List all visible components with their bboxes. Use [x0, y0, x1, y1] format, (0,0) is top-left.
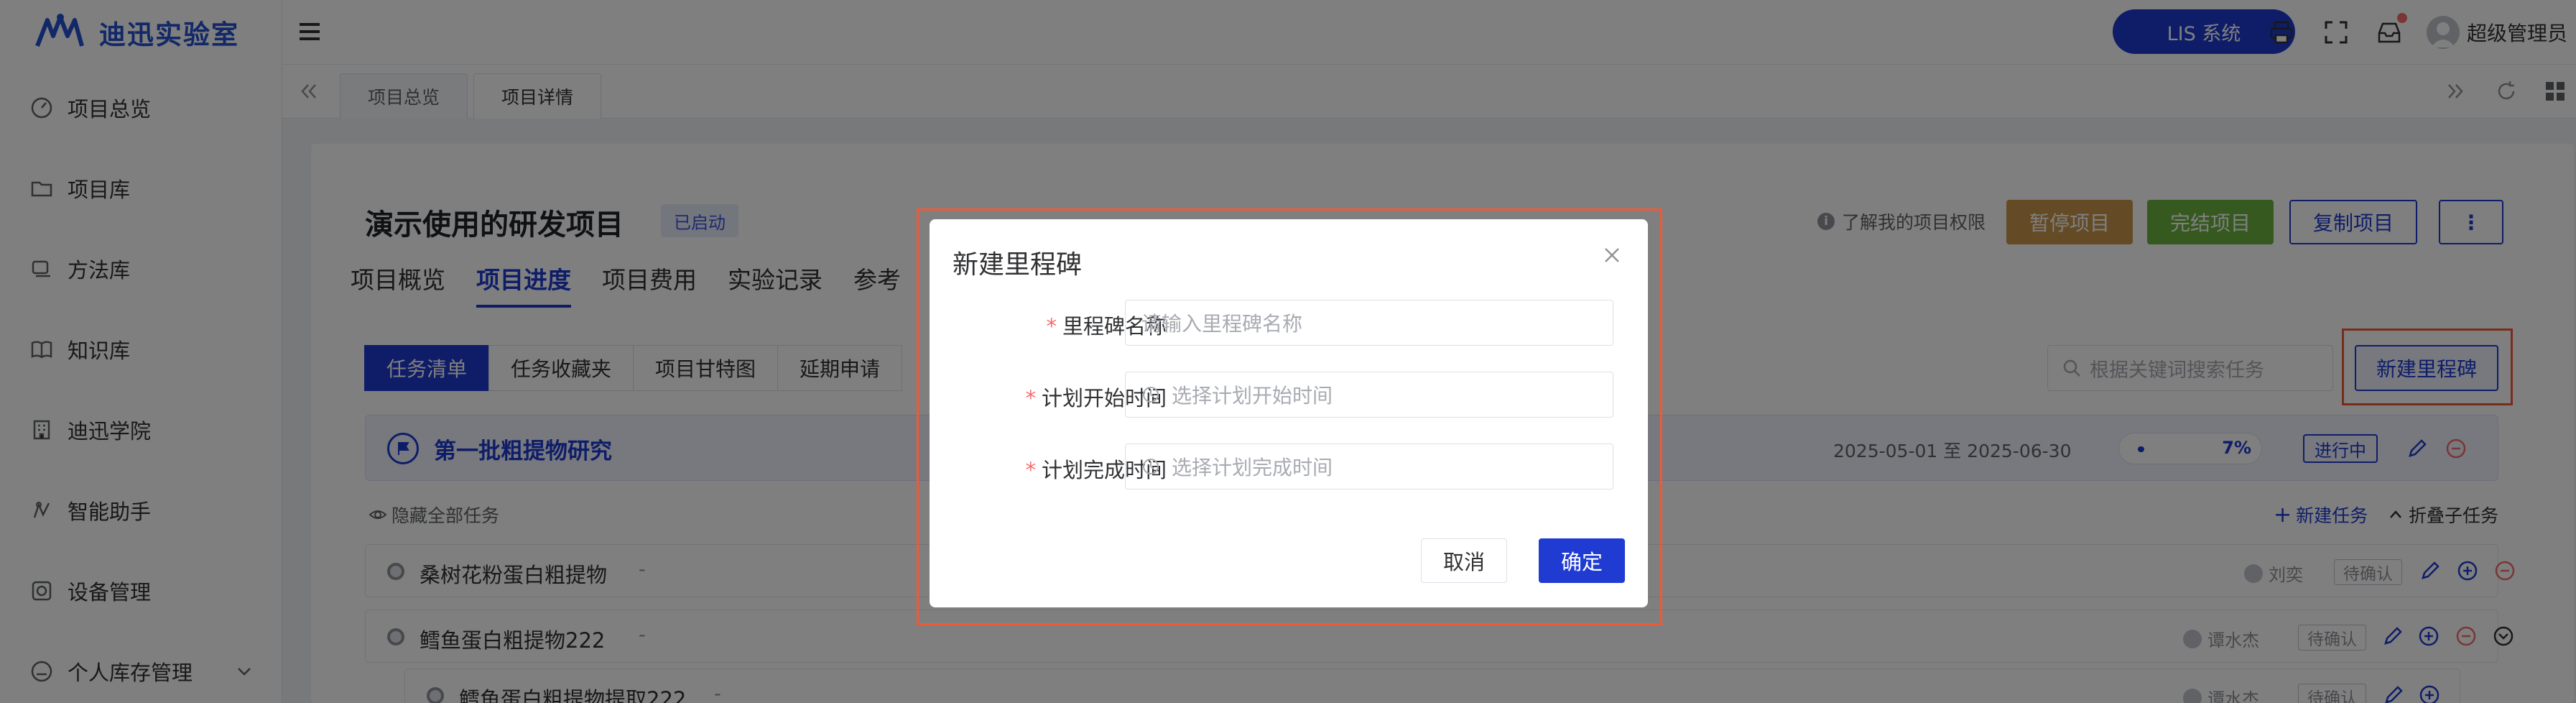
dialog-title: 新建里程碑 — [953, 250, 1083, 280]
required-mark: * — [1025, 386, 1036, 410]
required-mark: * — [1025, 458, 1036, 482]
input-placeholder: 选择计划完成时间 — [1172, 456, 1333, 479]
required-mark: * — [1046, 314, 1057, 339]
input-placeholder: 选择计划开始时间 — [1172, 384, 1333, 408]
clock-icon — [1143, 459, 1159, 474]
end-date-picker[interactable]: 选择计划完成时间 — [1125, 444, 1613, 490]
input-placeholder: 请输入里程碑名称 — [1141, 312, 1303, 336]
milestone-name-input[interactable]: 请输入里程碑名称 — [1125, 300, 1613, 346]
clock-icon — [1143, 387, 1159, 403]
start-date-picker[interactable]: 选择计划开始时间 — [1125, 372, 1613, 418]
confirm-button[interactable]: 确定 — [1539, 538, 1625, 583]
new-milestone-dialog: 新建里程碑 * 里程碑名称 请输入里程碑名称 * 计划开始时间 选择计划开始时间 *… — [930, 219, 1648, 607]
form-row-milestone-name: * 里程碑名称 请输入里程碑名称 — [930, 300, 1648, 347]
cancel-button[interactable]: 取消 — [1421, 538, 1507, 583]
form-row-end-date: * 计划完成时间 选择计划完成时间 — [930, 444, 1648, 491]
form-row-start-date: * 计划开始时间 选择计划开始时间 — [930, 372, 1648, 419]
close-icon[interactable] — [1602, 245, 1622, 265]
